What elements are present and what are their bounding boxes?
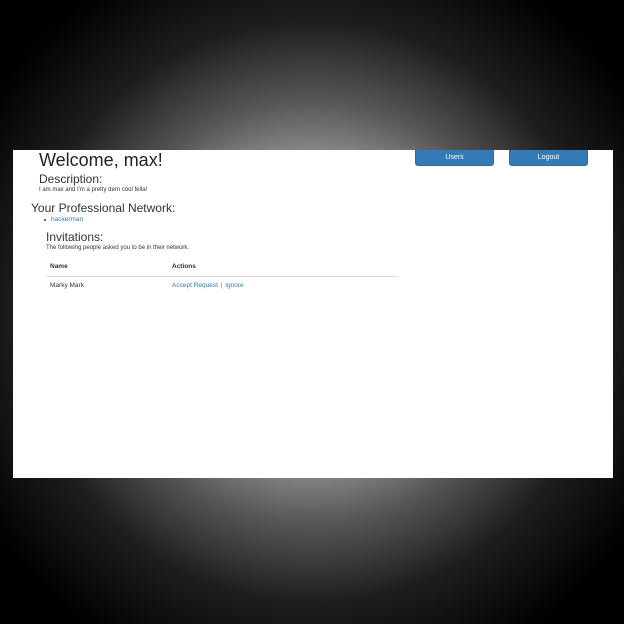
action-separator: | — [220, 281, 223, 289]
page-title: Welcome, max! — [39, 150, 163, 170]
app-window: Users Logout Welcome, max! Description: … — [13, 150, 613, 478]
table-row: Marky Mark Accept Request | Ignore — [46, 277, 398, 294]
invitation-actions: Accept Request | Ignore — [168, 277, 398, 294]
invitations-table: Name Actions Marky Mark Accept Request |… — [46, 256, 398, 293]
accept-request-link[interactable]: Accept Request — [172, 282, 218, 289]
column-header-actions: Actions — [168, 256, 398, 277]
column-header-name: Name — [46, 256, 168, 277]
network-heading: Your Professional Network: — [31, 201, 176, 215]
network-user-link[interactable]: hackerman — [51, 216, 83, 223]
ignore-link[interactable]: Ignore — [225, 282, 243, 289]
invitation-name: Marky Mark — [50, 281, 84, 289]
invitations-text: The following people asked you to be in … — [46, 245, 190, 251]
network-list-item: hackerman — [41, 215, 83, 224]
logout-button[interactable]: Logout — [509, 150, 588, 166]
table-header-row: Name Actions — [46, 256, 398, 277]
description-heading: Description: — [39, 172, 103, 186]
invitations-heading: Invitations: — [46, 230, 104, 244]
users-button[interactable]: Users — [415, 150, 494, 166]
network-list: hackerman — [41, 215, 83, 224]
description-text: I am max and I'm a pretty dern cool fell… — [39, 187, 148, 193]
